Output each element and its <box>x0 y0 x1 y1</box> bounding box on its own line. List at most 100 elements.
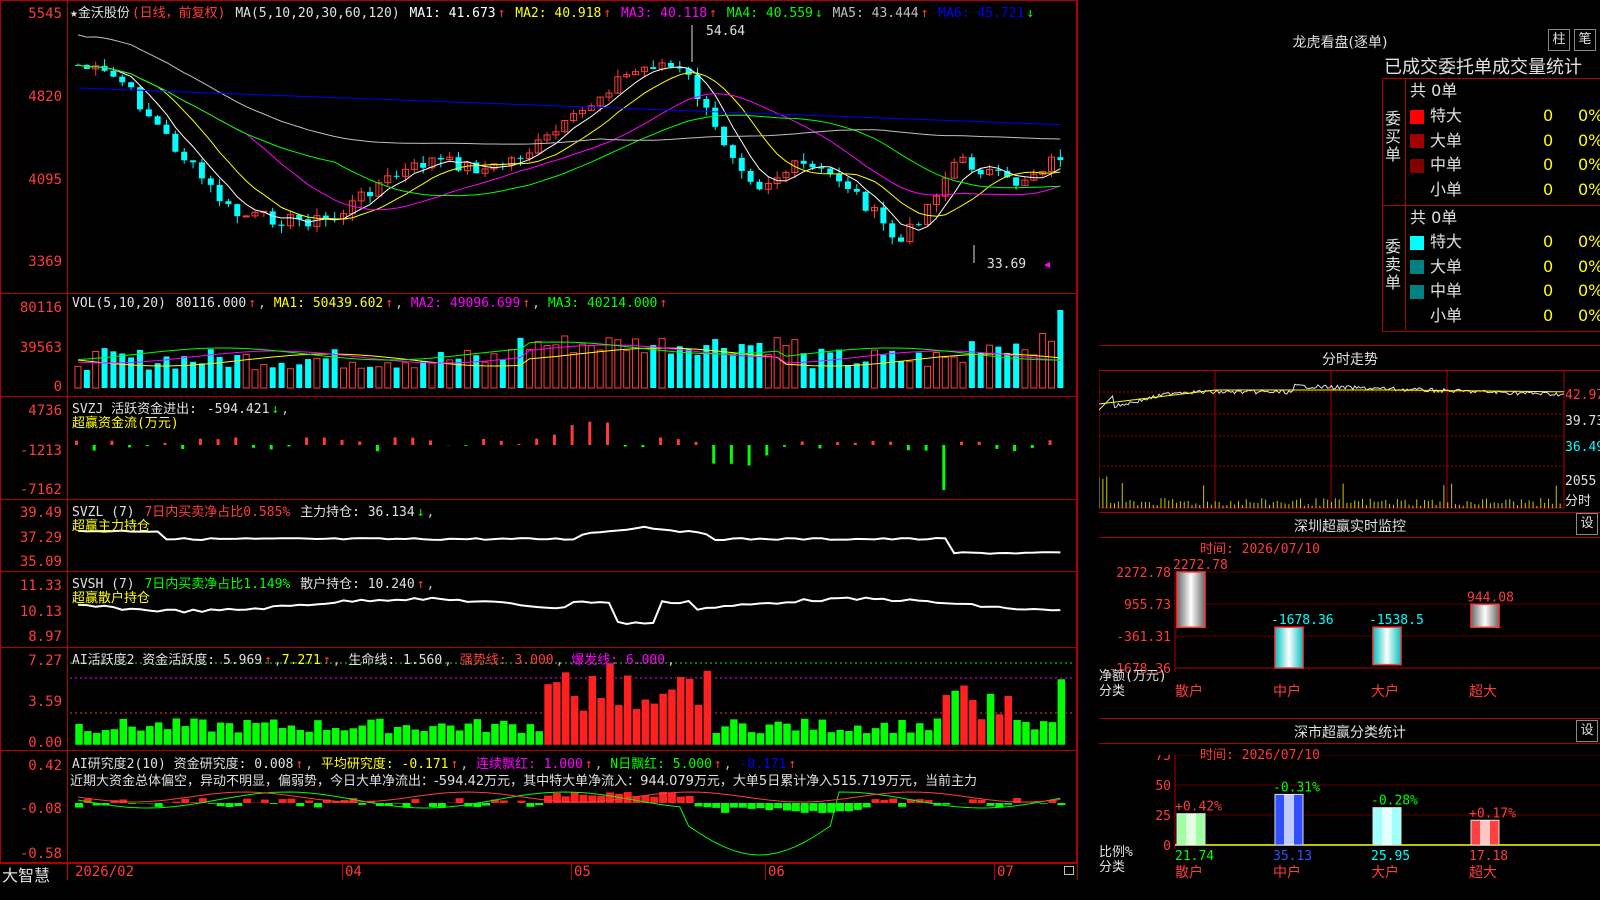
activity-bar <box>827 731 836 746</box>
volume-bar <box>216 356 223 388</box>
fs-title: 分时走势 <box>1322 352 1378 368</box>
volume-bar <box>190 361 197 388</box>
research-bar <box>721 803 730 813</box>
candle-body <box>800 160 807 164</box>
activity-bar <box>313 719 323 746</box>
activity-bar <box>765 724 774 746</box>
volume-bar <box>941 356 949 389</box>
research-bar <box>517 800 526 803</box>
cursor-marker <box>1044 262 1050 268</box>
research-bar <box>650 796 659 803</box>
month-tick <box>342 864 343 880</box>
sz-settings-button[interactable]: 设 <box>1576 513 1598 535</box>
order-size-name: 小单 <box>1430 179 1463 199</box>
tick-view-button[interactable]: 笔 <box>1574 29 1596 51</box>
ss-settings-button[interactable]: 设 <box>1576 720 1598 742</box>
order-count: 0 <box>1543 155 1554 174</box>
ma-line-4 <box>77 64 1061 197</box>
month-label: 07 <box>997 864 1014 880</box>
research-bar <box>968 799 977 803</box>
volume-bar <box>172 368 179 388</box>
lock-icon[interactable] <box>1064 866 1074 875</box>
research-bar <box>75 803 83 808</box>
activity-bar <box>711 732 721 746</box>
activity-bar <box>419 730 429 746</box>
volume-bar <box>1039 332 1047 389</box>
sz-category-label: 大户 <box>1371 683 1399 700</box>
fund-flow-bar <box>942 445 946 490</box>
order-size-name: 特大 <box>1430 232 1463 251</box>
sz-bar-label: 944.08 <box>1467 590 1514 605</box>
research-bar <box>853 803 862 810</box>
volume-bar <box>393 367 400 388</box>
research-bar <box>685 795 694 803</box>
column-view-button[interactable]: 柱 <box>1548 29 1570 51</box>
volume-bar <box>410 367 418 389</box>
ma-line-1 <box>77 64 1061 231</box>
ma-arrow-1: ↑ <box>497 6 514 21</box>
color-swatch <box>1410 235 1424 250</box>
ma-arrow-6: ↓ <box>1026 6 1035 21</box>
sell-side-label: 委卖单 <box>1384 237 1401 292</box>
activity-bar <box>1057 678 1066 746</box>
volume-bar <box>853 363 860 388</box>
sz-y-unit: 净额(万元) <box>1099 669 1167 684</box>
research-bar <box>880 799 889 803</box>
order-pct: 0% <box>1578 256 1600 276</box>
volume-bar <box>305 359 312 388</box>
fund-flow-bar <box>429 440 432 445</box>
activity-bar <box>543 683 553 746</box>
ss-category-label: 中户 <box>1273 864 1301 881</box>
activity-bar <box>1004 695 1013 746</box>
price-chart-canvas[interactable] <box>0 0 1077 880</box>
candle-body <box>225 201 232 205</box>
price-y-label: 4820 <box>28 89 62 105</box>
candle-body <box>234 204 241 217</box>
fund-flow-bar <box>889 441 893 445</box>
fund-flow-bar <box>517 443 521 445</box>
intraday-y-label: 2055 <box>1565 474 1597 489</box>
research-bar <box>269 803 278 804</box>
ai1-title-line: AI活跃度2 资金活跃度: 5.969 ↑ ,7.271 ↑, 生命线: 1.560,… <box>72 653 675 668</box>
volume-bar <box>375 366 383 389</box>
activity-bar <box>225 722 234 746</box>
month-tick <box>571 864 572 880</box>
svsh-y-label: 10.13 <box>19 604 62 620</box>
ai2-y-label: 0.42 <box>28 758 62 774</box>
research-bar <box>871 799 880 803</box>
sz-bar <box>1470 603 1500 628</box>
activity-bar <box>198 719 208 746</box>
activity-bar <box>269 719 278 746</box>
order-pct: 0% <box>1578 130 1600 150</box>
research-bar <box>535 803 544 806</box>
activity-bar <box>331 727 340 746</box>
price-y-label: 5545 <box>28 6 62 22</box>
research-bar <box>234 803 243 807</box>
research-bar <box>455 798 464 803</box>
activity-bar <box>596 697 606 746</box>
fund-flow-bar <box>712 445 716 464</box>
intraday-y-label: 39.73 <box>1565 414 1600 429</box>
ss-value-label: 25.95 <box>1371 849 1410 864</box>
activity-bar <box>871 727 880 746</box>
activity-bar <box>570 695 579 746</box>
ss-pct-label: -0.28% <box>1371 794 1418 809</box>
volume-bar <box>313 357 321 389</box>
svsh-subtitle: 超赢散户持仓 <box>72 591 151 606</box>
sz-category-label: 中户 <box>1273 683 1301 700</box>
volume-bar <box>818 348 825 388</box>
candle-body <box>110 70 117 77</box>
ma-values: MA1: 41.673 ↑ MA2: 40.918 ↑ MA3: 40.118 ↑ M… <box>410 6 1037 21</box>
order-size-name: 小单 <box>1430 305 1463 325</box>
volume-bar <box>738 344 745 388</box>
volume-bar <box>1013 343 1020 388</box>
candle-body <box>154 116 161 125</box>
research-bar <box>844 803 853 812</box>
activity-bar <box>720 725 730 746</box>
ma-arrow-2: ↑ <box>603 6 620 21</box>
volume-bar <box>340 367 347 389</box>
research-bar <box>597 795 606 803</box>
order-size-row: 大单 0 0% <box>1410 255 1600 279</box>
activity-bar <box>234 731 243 746</box>
intraday-chart[interactable] <box>1099 370 1600 510</box>
